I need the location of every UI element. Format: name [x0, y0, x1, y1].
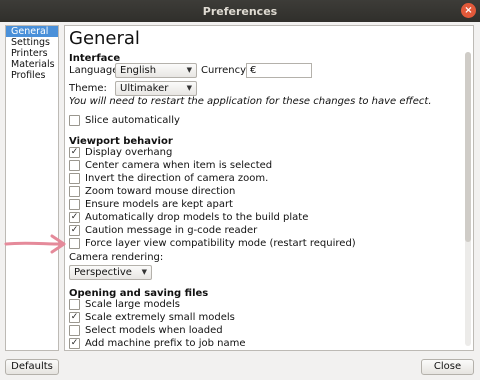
checkbox-models-apart[interactable]: Ensure models are kept apart	[69, 198, 233, 211]
theme-label: Theme:	[69, 83, 107, 94]
checkbox-label: Force layer view compatibility mode (res…	[85, 238, 356, 249]
scrollbar-thumb[interactable]	[465, 52, 471, 242]
sidebar-item-printers[interactable]: Printers	[6, 48, 58, 59]
checkbox-box[interactable]: ✓	[69, 212, 80, 223]
sidebar-item-general[interactable]: General	[6, 26, 58, 37]
close-button[interactable]: Close	[421, 359, 474, 375]
checkbox-center-camera[interactable]: Center camera when item is selected	[69, 159, 272, 172]
camera-rendering-label: Camera rendering:	[69, 252, 164, 263]
checkbox-box[interactable]	[69, 299, 80, 310]
general-panel: General Interface Language: English ▼ Cu…	[64, 25, 474, 351]
checkbox-box[interactable]	[69, 115, 80, 126]
checkbox-label: Center camera when item is selected	[85, 160, 273, 171]
checkbox-label: Add machine prefix to job name	[85, 338, 246, 349]
checkbox-label: Automatically drop models to the build p…	[85, 212, 309, 223]
checkbox-label: Invert the direction of camera zoom.	[85, 173, 269, 184]
checkbox-invert-zoom[interactable]: Invert the direction of camera zoom.	[69, 172, 268, 185]
currency-field[interactable]: €	[246, 63, 312, 78]
vertical-scrollbar[interactable]	[465, 52, 471, 346]
chevron-down-icon: ▼	[141, 268, 147, 276]
checkbox-label: Select models when loaded	[85, 325, 223, 336]
sidebar-item-materials[interactable]: Materials	[6, 59, 58, 70]
sidebar-item-profiles[interactable]: Profiles	[6, 70, 58, 81]
chevron-down-icon: ▼	[186, 84, 192, 92]
checkbox-scale-small[interactable]: ✓ Scale extremely small models	[69, 311, 235, 324]
checkbox-box[interactable]: ✓	[69, 312, 80, 323]
window-titlebar: Preferences ×	[0, 0, 480, 22]
restart-note: You will need to restart the application…	[69, 96, 432, 107]
checkbox-box[interactable]	[69, 199, 80, 210]
language-label: Language:	[69, 65, 122, 76]
checkbox-select-loaded[interactable]: Select models when loaded	[69, 324, 223, 337]
checkbox-box[interactable]	[69, 173, 80, 184]
defaults-button[interactable]: Defaults	[5, 359, 59, 375]
checkbox-label: Caution message in g-code reader	[85, 225, 258, 236]
camera-rendering-value: Perspective	[74, 267, 132, 278]
camera-rendering-dropdown[interactable]: Perspective ▼	[69, 265, 152, 280]
checkbox-label: Scale extremely small models	[85, 312, 235, 323]
checkbox-label: Display overhang	[85, 147, 173, 158]
checkbox-box[interactable]: ✓	[69, 147, 80, 158]
checkbox-box[interactable]	[69, 325, 80, 336]
checkbox-zoom-mouse[interactable]: Zoom toward mouse direction	[69, 185, 235, 198]
checkbox-label: Zoom toward mouse direction	[85, 186, 236, 197]
checkbox-force-layer-view[interactable]: Force layer view compatibility mode (res…	[69, 237, 356, 250]
checkbox-drop-models[interactable]: ✓ Automatically drop models to the build…	[69, 211, 308, 224]
interface-heading: Interface	[69, 53, 121, 64]
currency-label: Currency:	[201, 65, 249, 76]
checkbox-scale-large[interactable]: Scale large models	[69, 298, 180, 311]
window-close-button[interactable]: ×	[461, 3, 476, 18]
checkbox-box[interactable]	[69, 238, 80, 249]
checkbox-label: Scale large models	[85, 299, 180, 310]
checkbox-box[interactable]	[69, 160, 80, 171]
window-title: Preferences	[202, 4, 278, 18]
checkbox-label: Slice automatically	[85, 115, 180, 126]
checkbox-slice-automatically[interactable]: Slice automatically	[69, 114, 180, 127]
language-dropdown[interactable]: English ▼	[115, 63, 197, 78]
checkbox-box[interactable]	[69, 186, 80, 197]
theme-dropdown[interactable]: Ultimaker ▼	[115, 81, 197, 96]
annotation-arrow-icon	[4, 234, 66, 254]
checkbox-gcode-caution[interactable]: ✓ Caution message in g-code reader	[69, 224, 257, 237]
sidebar-item-settings[interactable]: Settings	[6, 37, 58, 48]
checkbox-box[interactable]: ✓	[69, 338, 80, 349]
page-title: General	[69, 28, 140, 49]
sidebar: General Settings Printers Materials Prof…	[5, 25, 59, 351]
checkbox-label: Ensure models are kept apart	[85, 199, 233, 210]
language-dropdown-value: English	[120, 65, 157, 76]
checkbox-box[interactable]: ✓	[69, 225, 80, 236]
chevron-down-icon: ▼	[186, 66, 192, 74]
theme-dropdown-value: Ultimaker	[120, 83, 169, 94]
checkbox-display-overhang[interactable]: ✓ Display overhang	[69, 146, 172, 159]
checkbox-machine-prefix[interactable]: ✓ Add machine prefix to job name	[69, 337, 245, 350]
